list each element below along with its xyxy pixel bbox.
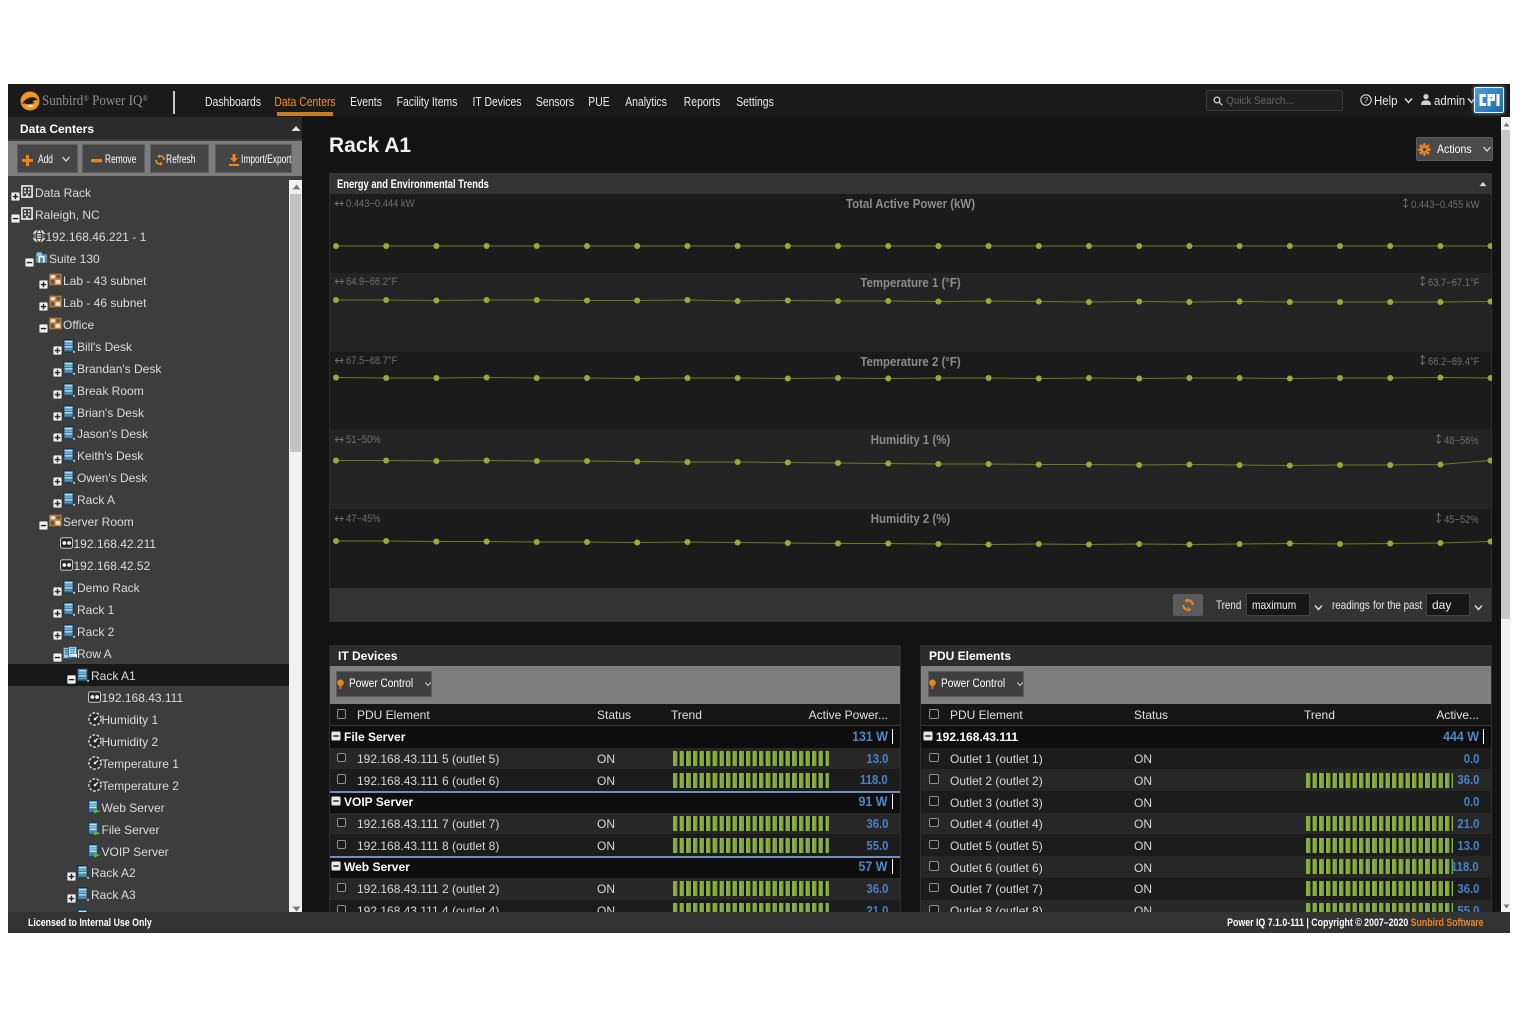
svg-text:?: ? [1364,96,1369,105]
